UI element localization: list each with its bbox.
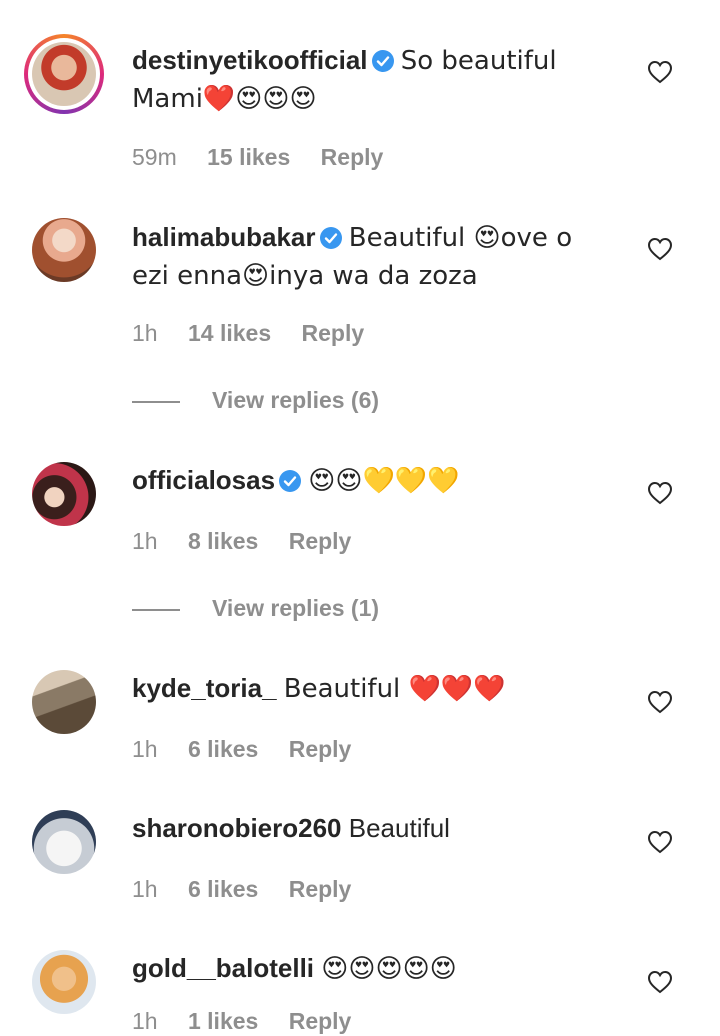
view-replies-label: View replies (6) (212, 387, 380, 413)
comment-meta: 1h 14 likes Reply (132, 318, 388, 348)
avatar-image (32, 950, 96, 1014)
comment-body: Beautiful (348, 813, 450, 843)
comment-body: 😍😍💛💛💛 (308, 466, 460, 496)
replies-divider (132, 608, 180, 611)
reply-button[interactable]: Reply (321, 144, 384, 170)
comment-text: halimabubakar Beautiful 😍ove o ezi enna😍… (132, 219, 602, 295)
comment-username[interactable]: kyde_toria_ (132, 673, 277, 703)
avatar-image (32, 670, 96, 734)
likes-count[interactable]: 6 likes (188, 736, 258, 762)
comment-time: 1h (132, 528, 158, 554)
avatar-image (32, 462, 96, 526)
heart-outline-icon[interactable] (647, 690, 673, 714)
comment-time: 1h (132, 320, 158, 346)
comment-username[interactable]: gold__balotelli (132, 953, 314, 983)
comment-time: 1h (132, 736, 158, 762)
comment-text: gold__balotelli 😍😍😍😍😍 (132, 950, 602, 988)
view-replies-button[interactable]: View replies (1) (132, 593, 379, 623)
comment-time: 1h (132, 1008, 158, 1034)
likes-count[interactable]: 6 likes (188, 876, 258, 902)
comment-time: 1h (132, 876, 158, 902)
likes-count[interactable]: 14 likes (188, 320, 271, 346)
avatar[interactable] (32, 810, 96, 874)
verified-badge-icon (371, 50, 394, 72)
likes-count[interactable]: 1 likes (188, 1008, 258, 1034)
avatar[interactable] (32, 218, 96, 282)
comment-meta: 1h 8 likes Reply (132, 526, 375, 556)
comment-username[interactable]: officialosas (132, 465, 275, 495)
verified-badge-icon (279, 470, 302, 492)
comment-meta: 59m 15 likes Reply (132, 142, 407, 172)
comment-username[interactable]: destinyetikoofficial (132, 45, 368, 75)
comment-meta: 1h 1 likes Reply (132, 1006, 375, 1036)
reply-button[interactable]: Reply (289, 736, 352, 762)
comment-time: 59m (132, 144, 177, 170)
avatar-image (32, 218, 96, 282)
replies-divider (132, 400, 180, 403)
likes-count[interactable]: 8 likes (188, 528, 258, 554)
reply-button[interactable]: Reply (302, 320, 365, 346)
reply-button[interactable]: Reply (289, 528, 352, 554)
comment-meta: 1h 6 likes Reply (132, 874, 375, 904)
avatar-image (32, 810, 96, 874)
verified-badge-icon (319, 227, 342, 249)
avatar[interactable] (24, 34, 104, 114)
heart-outline-icon[interactable] (647, 970, 673, 994)
comment-meta: 1h 6 likes Reply (132, 734, 375, 764)
heart-outline-icon[interactable] (647, 481, 673, 505)
comment-text: officialosas 😍😍💛💛💛 (132, 462, 602, 500)
heart-outline-icon[interactable] (647, 60, 673, 84)
comment-text: sharonobiero260 Beautiful (132, 810, 602, 847)
comment-username[interactable]: sharonobiero260 (132, 813, 342, 843)
avatar[interactable] (32, 670, 96, 734)
comment-username[interactable]: halimabubakar (132, 222, 316, 252)
likes-count[interactable]: 15 likes (207, 144, 290, 170)
comment-body: Beautiful ❤️❤️❤️ (283, 674, 506, 704)
avatar[interactable] (32, 462, 96, 526)
view-replies-label: View replies (1) (212, 595, 380, 621)
avatar-image (32, 42, 96, 106)
heart-outline-icon[interactable] (647, 237, 673, 261)
avatar[interactable] (32, 950, 96, 1014)
heart-outline-icon[interactable] (647, 830, 673, 854)
view-replies-button[interactable]: View replies (6) (132, 385, 379, 415)
reply-button[interactable]: Reply (289, 876, 352, 902)
reply-button[interactable]: Reply (289, 1008, 352, 1034)
comment-text: destinyetikoofficial So beautiful Mami❤️… (132, 42, 602, 118)
comment-text: kyde_toria_ Beautiful ❤️❤️❤️ (132, 670, 602, 708)
comment-body: 😍😍😍😍😍 (321, 954, 457, 984)
